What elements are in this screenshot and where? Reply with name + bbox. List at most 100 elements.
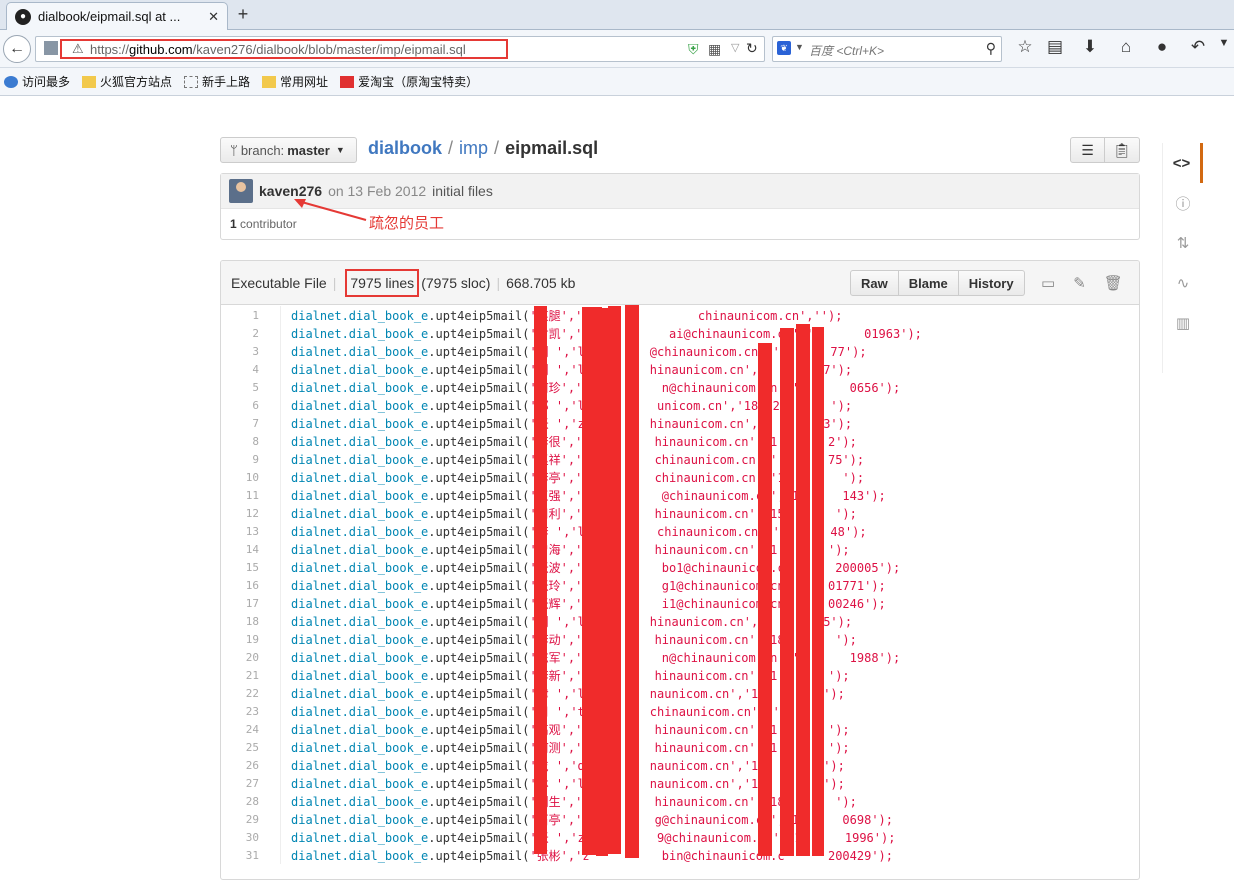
desktop-icon[interactable]: ▭ (1041, 274, 1055, 292)
line-number[interactable]: 25 (221, 741, 265, 754)
line-number[interactable]: 29 (221, 813, 265, 826)
github-page: ᛘ branch: master ▼ dialbook / imp / eipm… (0, 96, 1234, 880)
line-code: dialnet.dial_book_e.upt4eip5mail('李 ','l… (281, 523, 867, 540)
bookmark-item[interactable]: 火狐官方站点 (82, 73, 172, 90)
reload-icon[interactable]: ↻ (746, 40, 758, 57)
line-number[interactable]: 7 (221, 417, 265, 430)
bookmark-item[interactable]: 常用网址 (262, 73, 328, 90)
home-icon[interactable]: ⌂ (1114, 37, 1138, 57)
gutter (265, 630, 281, 648)
undo-icon[interactable]: ↶ (1186, 37, 1210, 57)
bookmark-item[interactable]: 新手上路 (184, 73, 250, 90)
line-number[interactable]: 11 (221, 489, 265, 502)
qrcode-icon[interactable]: ▦ (708, 41, 721, 58)
baidu-icon[interactable]: ❦ (777, 41, 791, 55)
line-number[interactable]: 19 (221, 633, 265, 646)
line-number[interactable]: 26 (221, 759, 265, 772)
line-code: dialnet.dial_book_e.upt4eip5mail('刘 ','l… (281, 613, 852, 630)
line-number[interactable]: 2 (221, 327, 265, 340)
pulse-icon[interactable]: ∿ (1163, 263, 1203, 303)
chat-icon[interactable]: ● (1150, 37, 1174, 57)
chevron-down-icon[interactable]: ▼ (1212, 37, 1234, 49)
graph-icon[interactable]: ▥ (1163, 303, 1203, 343)
line-number[interactable]: 31 (221, 849, 265, 862)
code-object: dialnet.dial_book_e (291, 812, 429, 827)
raw-button[interactable]: Raw (850, 270, 899, 296)
line-code: dialnet.dial_book_e.upt4eip5mail('郭 ','l… (281, 397, 852, 414)
line-number[interactable]: 10 (221, 471, 265, 484)
back-button[interactable]: ← (3, 35, 31, 63)
breadcrumb-dir[interactable]: imp (459, 138, 488, 159)
browser-tab[interactable]: ● dialbook/eipmail.sql at ... ✕ (6, 2, 228, 30)
gutter (265, 540, 281, 558)
gutter (265, 486, 281, 504)
avatar[interactable] (229, 179, 253, 203)
line-number[interactable]: 23 (221, 705, 265, 718)
line-number[interactable]: 15 (221, 561, 265, 574)
line-number[interactable]: 3 (221, 345, 265, 358)
close-tab-icon[interactable]: ✕ (208, 9, 219, 25)
line-number[interactable]: 4 (221, 363, 265, 376)
code-string: '石亭','s g@chinaunicom.cn','1 0698'); (529, 812, 893, 827)
url-bar[interactable]: ⚠ https://github.com/kaven276/dialbook/b… (35, 36, 765, 62)
search-box[interactable]: ❦ ▼ 百度 <Ctrl+K> ⚲ (772, 36, 1002, 62)
gutter (265, 432, 281, 450)
line-number[interactable]: 24 (221, 723, 265, 736)
gutter (265, 360, 281, 378)
url-text[interactable]: https://github.com/kaven276/dialbook/blo… (90, 42, 466, 57)
annotation-arrow (294, 199, 367, 221)
shield-icon[interactable]: ⛨ (688, 41, 699, 58)
list-icon[interactable]: ☰ (1070, 137, 1105, 163)
code-function: .upt4eip5mail( (428, 560, 530, 575)
line-number[interactable]: 21 (221, 669, 265, 682)
issues-icon[interactable]: ⓘ (1163, 183, 1203, 223)
grid-icon[interactable] (44, 41, 58, 55)
bookmark-item[interactable]: 访问最多 (4, 73, 70, 90)
chevron-down-icon[interactable]: ▽ (731, 41, 739, 54)
code-function: .upt4eip5mail( (428, 740, 530, 755)
pencil-icon[interactable]: ✎ (1073, 274, 1086, 292)
line-number[interactable]: 28 (221, 795, 265, 808)
line-number[interactable]: 16 (221, 579, 265, 592)
line-code: dialnet.dial_book_e.upt4eip5mail('李新','l… (281, 667, 850, 684)
line-number[interactable]: 17 (221, 597, 265, 610)
code-object: dialnet.dial_book_e (291, 596, 429, 611)
line-code: dialnet.dial_book_e.upt4eip5mail('周利','c… (281, 505, 857, 522)
history-button[interactable]: History (958, 270, 1025, 296)
pull-request-icon[interactable]: ⇅ (1163, 223, 1203, 263)
star-icon[interactable]: ☆ (1013, 37, 1037, 57)
line-code: dialnet.dial_book_e.upt4eip5mail('张辉','z… (281, 595, 886, 612)
line-number[interactable]: 30 (221, 831, 265, 844)
breadcrumb-repo[interactable]: dialbook (368, 138, 442, 159)
search-input[interactable]: 百度 <Ctrl+K> (809, 42, 884, 59)
line-number[interactable]: 22 (221, 687, 265, 700)
line-number[interactable]: 13 (221, 525, 265, 538)
chevron-down-icon[interactable]: ▼ (795, 42, 804, 52)
line-number[interactable]: 5 (221, 381, 265, 394)
line-number[interactable]: 9 (221, 453, 265, 466)
line-number[interactable]: 1 (221, 309, 265, 322)
line-number[interactable]: 12 (221, 507, 265, 520)
line-number[interactable]: 18 (221, 615, 265, 628)
line-number[interactable]: 14 (221, 543, 265, 556)
annotation-label: 疏忽的员工 (369, 215, 445, 232)
blame-button[interactable]: Blame (898, 270, 959, 296)
branch-selector[interactable]: ᛘ branch: master ▼ (220, 137, 357, 163)
trash-icon[interactable]: 🗑︎ (1104, 274, 1123, 292)
line-number[interactable]: 8 (221, 435, 265, 448)
commit-message[interactable]: initial files (432, 183, 493, 199)
bookmarks-bar: 访问最多 火狐官方站点 新手上路 常用网址 爱淘宝（原淘宝特卖） (0, 68, 1234, 96)
search-icon[interactable]: ⚲ (986, 40, 996, 57)
new-tab-button[interactable]: + (233, 4, 253, 25)
code-function: .upt4eip5mail( (428, 344, 530, 359)
file-size: 668.705 kb (506, 274, 576, 291)
code-line: 22 dialnet.dial_book_e.upt4eip5mail('律 ',… (221, 684, 1139, 702)
code-icon[interactable]: <> (1163, 143, 1203, 183)
download-icon[interactable]: ⬇ (1078, 37, 1102, 57)
line-number[interactable]: 6 (221, 399, 265, 412)
reading-list-icon[interactable]: ▤ (1043, 37, 1067, 57)
clipboard-icon[interactable]: 📋︎ (1105, 137, 1140, 163)
line-number[interactable]: 20 (221, 651, 265, 664)
bookmark-item[interactable]: 爱淘宝（原淘宝特卖） (340, 73, 478, 90)
line-number[interactable]: 27 (221, 777, 265, 790)
